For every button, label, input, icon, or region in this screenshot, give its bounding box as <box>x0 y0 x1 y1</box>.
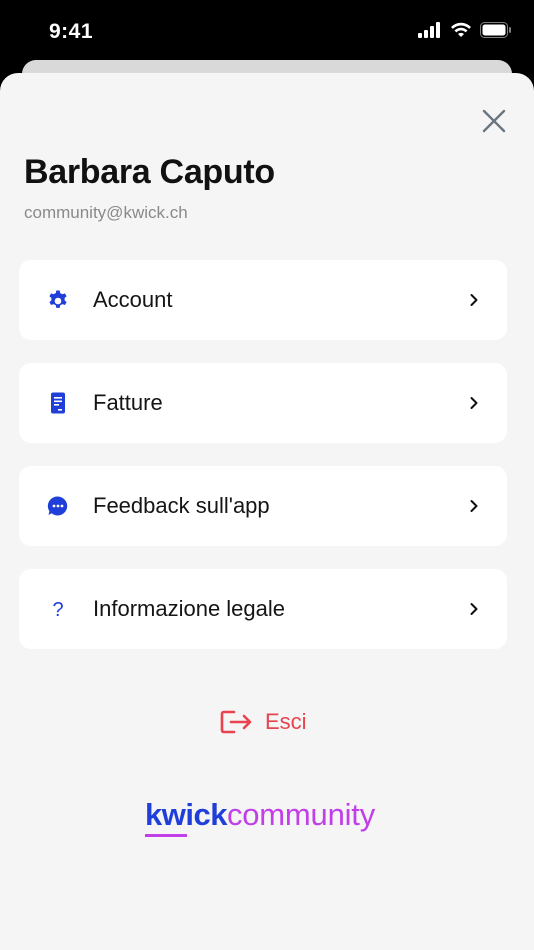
status-bar: 9:41 <box>0 0 534 64</box>
chevron-right-icon <box>470 500 478 512</box>
logout-icon <box>220 710 252 734</box>
brand-logo-kwick: kwick <box>145 797 227 837</box>
menu-item-label: Feedback sull'app <box>93 493 270 518</box>
profile-sheet: Barbara Caputo community@kwick.ch Accoun… <box>0 73 534 950</box>
menu-item-invoices[interactable]: Fatture <box>19 363 507 443</box>
svg-text:?: ? <box>52 599 63 621</box>
chevron-right-icon <box>470 397 478 409</box>
logout-label: Esci <box>265 709 307 734</box>
menu-item-feedback[interactable]: Feedback sull'app <box>19 466 507 546</box>
menu-item-label: Account <box>93 287 173 312</box>
menu-item-label: Fatture <box>93 390 163 415</box>
chevron-right-icon <box>470 294 478 306</box>
battery-icon <box>480 22 511 38</box>
gear-icon <box>46 288 70 312</box>
status-icons <box>418 22 512 38</box>
menu-item-legal[interactable]: ? Informazione legale <box>19 569 507 649</box>
menu-item-account[interactable]: Account <box>19 260 507 340</box>
cellular-signal-icon <box>418 22 440 38</box>
logout-button[interactable]: Esci <box>219 707 307 737</box>
status-time: 9:41 <box>49 20 94 43</box>
chat-bubble-icon <box>46 494 70 518</box>
menu-item-label: Informazione legale <box>93 596 286 621</box>
question-mark-icon: ? <box>46 597 70 621</box>
brand-logo-community: community <box>226 797 376 832</box>
chevron-right-icon <box>470 603 478 615</box>
invoice-icon <box>46 391 70 415</box>
close-button[interactable] <box>482 109 506 133</box>
close-icon <box>482 109 506 133</box>
wifi-icon <box>451 22 471 37</box>
user-email: community@kwick.ch <box>24 203 188 222</box>
user-name: Barbara Caputo <box>24 153 275 191</box>
settings-menu: Account Fatture Feedback sull'app ? Info… <box>19 260 507 672</box>
brand-logo: kwick community <box>145 797 376 837</box>
